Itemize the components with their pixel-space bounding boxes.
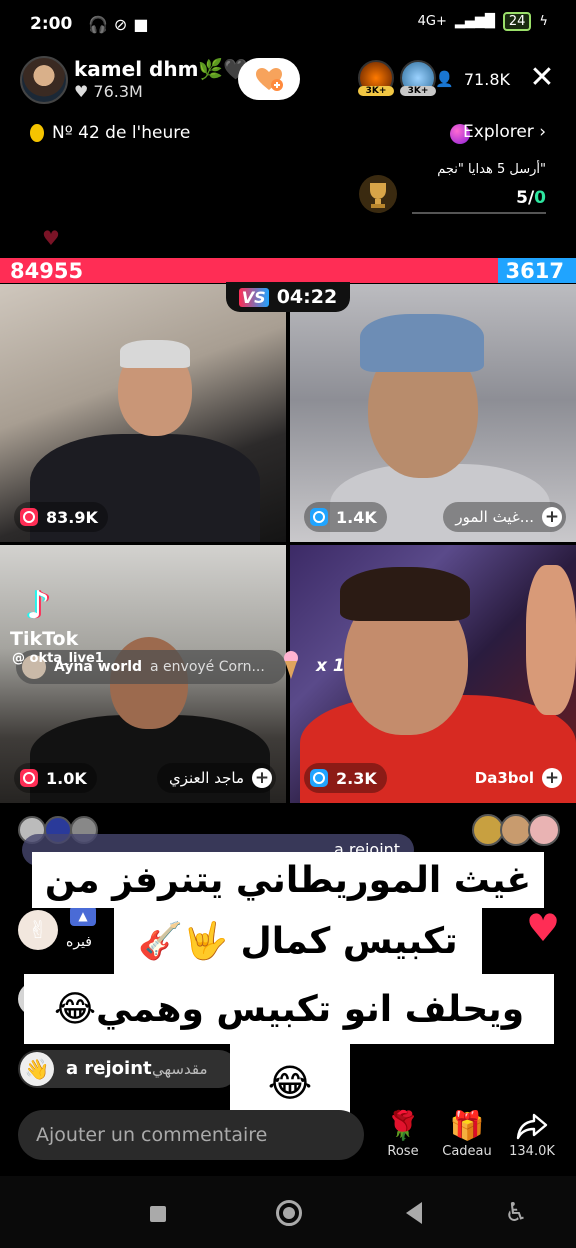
timer-value: 04:22	[276, 286, 338, 308]
signal-icon: ▂▄▆█	[454, 14, 495, 29]
tiktok-handle: @ okta_live1	[12, 651, 104, 666]
cell-2-name: غيث المور...	[455, 508, 534, 526]
tiktok-wordmark: TikTok	[10, 628, 79, 650]
status-time: 2:00	[30, 14, 73, 34]
heart-plus-icon	[254, 66, 284, 92]
caption-line-3: ويحلف انو تكبيس وهمي😂	[24, 974, 554, 1044]
trophy-icon[interactable]	[358, 174, 398, 214]
guest-hand	[526, 565, 576, 715]
comment-input[interactable]: Ajouter un commentaire	[18, 1110, 364, 1160]
cell-4-score: 2.3K	[304, 763, 387, 793]
gifter-avatar-3[interactable]	[528, 814, 560, 846]
goal-progress-track	[412, 212, 546, 214]
caption-line-2: تكبيس كمال 🤟🎸	[114, 908, 482, 974]
rose-icon: 🌹	[385, 1109, 421, 1142]
cell-1-count: 83.9K	[46, 507, 98, 527]
host-name[interactable]: kamel dhm🌿🖤	[74, 57, 248, 81]
back-button[interactable]	[406, 1202, 422, 1224]
score-icon	[310, 508, 328, 526]
cell-2-count: 1.4K	[336, 507, 377, 527]
level-badge-icon: ▲	[70, 906, 96, 926]
tiktok-note-icon: ♪	[26, 583, 51, 627]
battery-level: 24	[508, 14, 526, 29]
guest-hair	[120, 340, 190, 368]
host-avatar[interactable]	[20, 56, 68, 104]
gift-label: Cadeau	[442, 1144, 492, 1159]
chat-user-name[interactable]: فيره	[66, 934, 92, 950]
wave-hand-icon: 👋	[20, 1052, 54, 1086]
gift-button[interactable]: 🎁 Cadeau	[435, 1108, 499, 1159]
status-right: 4G+ ▂▄▆█ 24 ϟ	[418, 12, 548, 31]
dnd-icon: ⊘	[113, 15, 128, 34]
battle-score-left: 84955	[10, 259, 84, 283]
rose-label: Rose	[387, 1144, 419, 1159]
charging-icon: ϟ	[539, 14, 548, 29]
follow-button[interactable]	[238, 58, 300, 100]
video-camera-icon: ■	[133, 15, 149, 34]
cell-2-name-pill[interactable]: غيث المور... +	[443, 502, 566, 532]
gift-action: a envoyé Corn...	[150, 659, 265, 675]
person-icon: 👤	[435, 70, 454, 88]
guest-cap	[360, 314, 484, 372]
viewer-count[interactable]: 71.8K	[464, 70, 510, 89]
cell-2-score: 1.4K	[304, 502, 387, 532]
plus-icon[interactable]: +	[542, 507, 562, 527]
battle-score-bar-red	[0, 258, 576, 283]
cell-3-name: ماجد العنزي	[168, 769, 244, 787]
share-arrow-icon	[500, 1108, 564, 1144]
viewer-badge-2: 3K+	[400, 86, 436, 96]
cell-4-name: Da3bol	[474, 769, 534, 787]
fire-icon	[30, 124, 44, 142]
cell-1-score: 83.9K	[14, 502, 108, 532]
plus-icon[interactable]: +	[542, 768, 562, 788]
join-label: a rejoint	[66, 1058, 152, 1079]
cell-3-count: 1.0K	[46, 768, 87, 788]
video-cell-1[interactable]: 83.9K	[0, 284, 286, 542]
gift-multiplier: x 1	[316, 656, 345, 676]
floating-heart-icon: ♥	[42, 226, 60, 250]
rose-button[interactable]: 🌹 Rose	[371, 1108, 435, 1159]
host-likes: ♥ 76.3M	[74, 82, 143, 101]
cell-3-score: 1.0K	[14, 763, 97, 793]
home-button[interactable]	[276, 1200, 302, 1226]
cell-3-name-pill[interactable]: ماجد العنزي +	[156, 763, 276, 793]
recents-button[interactable]	[150, 1206, 166, 1222]
gift-goal-text: أرسل 5 هدايا "نجم"	[437, 162, 546, 177]
guest-hair	[340, 567, 470, 621]
accessibility-icon[interactable]: ♿	[502, 1198, 530, 1228]
share-count: 134.0K	[509, 1144, 555, 1159]
headphones-icon: 🎧	[88, 15, 108, 34]
gift-icon: 🎁	[449, 1109, 485, 1142]
viewer-badge-1: 3K+	[358, 86, 394, 96]
battle-score-right: 3617	[505, 259, 564, 283]
score-icon	[20, 769, 38, 787]
status-icons: 🎧 ⊘ ■	[88, 15, 148, 34]
explorer-button[interactable]: Explorer ›	[463, 122, 546, 142]
comment-placeholder: Ajouter un commentaire	[36, 1124, 268, 1146]
join-user[interactable]: مقدسهي	[152, 1060, 207, 1078]
score-icon	[310, 769, 328, 787]
video-cell-2[interactable]: 1.4K غيث المور... +	[290, 284, 576, 542]
network-label: 4G+	[417, 14, 447, 29]
cell-4-name-pill[interactable]: Da3bol +	[463, 763, 566, 793]
vs-icon: VS	[238, 287, 269, 307]
plus-icon[interactable]: +	[252, 768, 272, 788]
ice-cream-cone-icon	[282, 650, 300, 680]
chat-user-avatar[interactable]: ✌	[18, 910, 58, 950]
close-icon[interactable]: ✕	[526, 62, 558, 94]
battle-timer: VS 04:22	[226, 282, 350, 312]
battery-icon: 24	[502, 12, 532, 31]
score-icon	[20, 508, 38, 526]
share-button[interactable]: 134.0K	[500, 1108, 564, 1159]
cell-4-count: 2.3K	[336, 768, 377, 788]
goal-progress-zero: 0	[534, 188, 546, 208]
gift-goal-progress: 5/0	[516, 188, 546, 208]
hourly-rank[interactable]: Nº 42 de l'heure	[52, 123, 190, 143]
caption-line-1: غيث الموريطاني يتنرفز من	[32, 852, 544, 908]
floating-heart-icon: ♥	[526, 906, 561, 950]
